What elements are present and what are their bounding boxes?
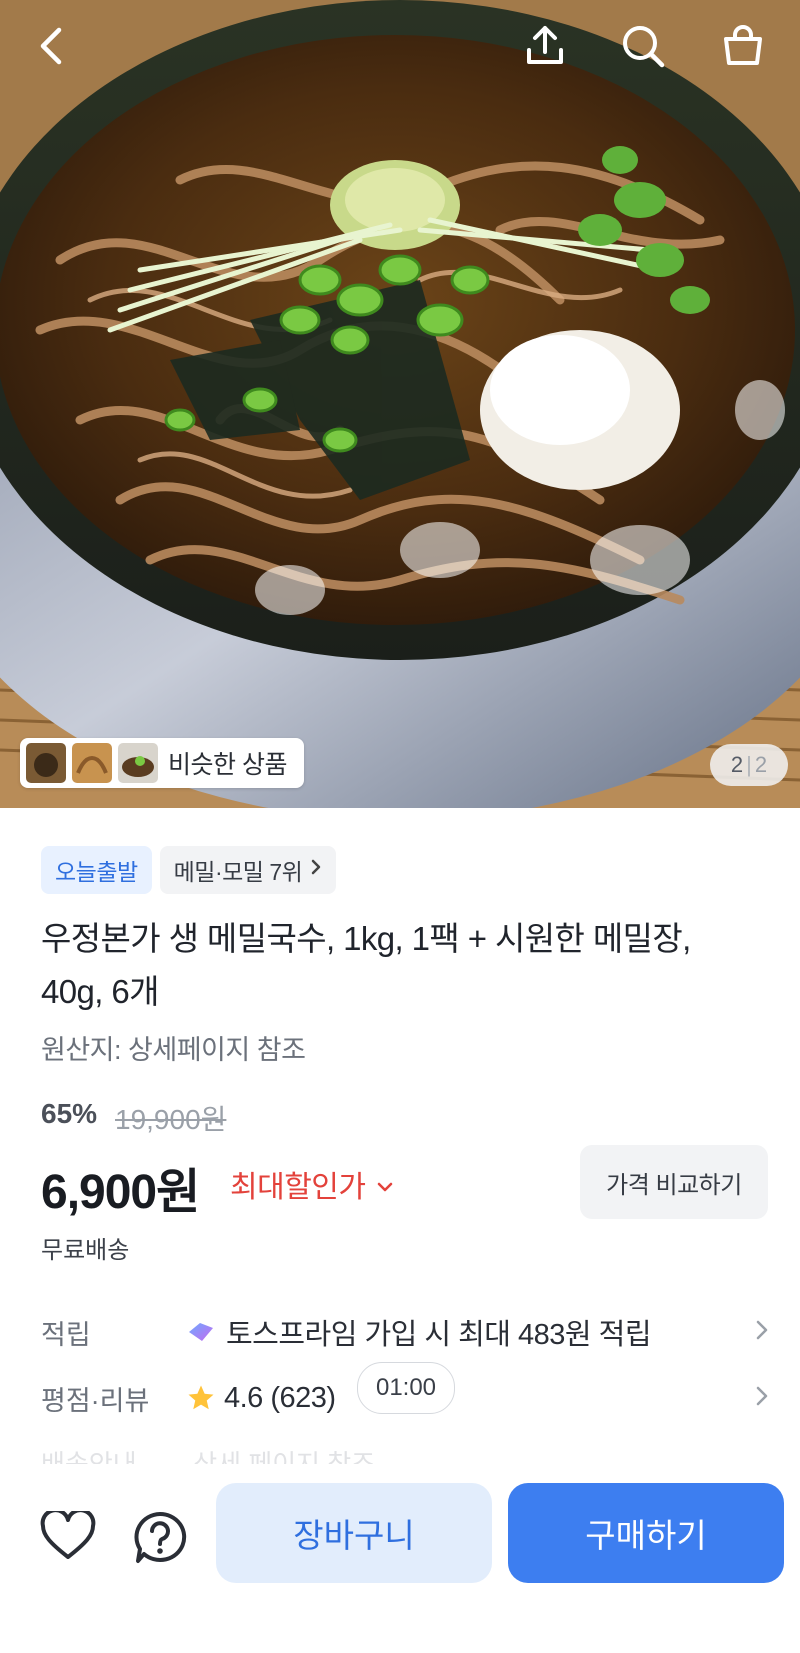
delivery-row: 배송안내 상세 페이지 참조 (41, 1444, 769, 1464)
delivery-label: 배송안내 (41, 1449, 137, 1464)
similar-thumb-1 (26, 743, 66, 783)
star-icon (186, 1383, 216, 1413)
similar-thumb-3 (118, 743, 158, 783)
buy-now-button[interactable]: 구매하기 (508, 1483, 784, 1583)
image-counter-separator: | (746, 752, 752, 777)
search-icon[interactable] (617, 20, 669, 72)
category-rank-badge[interactable]: 메밀·모밀 7위 (159, 846, 337, 894)
compare-price-button[interactable]: 가격 비교하기 (580, 1145, 768, 1219)
badge-row: 오늘출발 메밀·모밀 7위 (41, 846, 337, 894)
discount-rate: 65% (41, 1098, 98, 1129)
image-counter: 2 | 2 (710, 744, 788, 786)
product-origin: 원산지: 상세페이지 참조 (41, 1035, 306, 1065)
category-rank-label: 메밀·모밀 7위 (173, 859, 303, 885)
soba-photo (0, 0, 800, 808)
question-icon[interactable] (132, 1511, 188, 1570)
share-icon[interactable] (519, 20, 571, 72)
countdown-timer: 01:00 (357, 1362, 455, 1414)
sale-price: 6,900원 (41, 1166, 200, 1219)
similar-products-button[interactable]: 비슷한 상품 (20, 738, 304, 788)
top-navigation (0, 0, 800, 96)
bottom-action-bar: 장바구니 구매하기 (0, 1465, 800, 1653)
product-title: 우정본가 생 메밀국수, 1kg, 1팩 + 시원한 메밀장, 40g, 6개 (41, 920, 691, 1010)
max-discount-label: 최대할인가 (230, 1171, 366, 1204)
similar-thumb-2 (72, 743, 112, 783)
chevron-right-icon (755, 1384, 769, 1413)
max-discount-toggle[interactable]: 최대할인가 (230, 1162, 394, 1206)
delivery-value: 상세 페이지 참조 (193, 1449, 376, 1464)
points-row[interactable]: 적립 토스프라임 가입 시 최대 483원 적립 (41, 1304, 769, 1360)
image-total: 2 (754, 752, 768, 777)
points-label: 적립 (41, 1319, 91, 1350)
product-image[interactable]: 비슷한 상품 2 | 2 (0, 0, 800, 808)
chevron-right-icon (755, 1318, 769, 1347)
back-icon[interactable] (26, 20, 78, 72)
today-ship-badge: 오늘출발 (41, 846, 152, 894)
reviews-label: 평점·리뷰 (41, 1385, 150, 1416)
points-value: 토스프라임 가입 시 최대 483원 적립 (226, 1319, 652, 1351)
add-to-cart-button[interactable]: 장바구니 (216, 1483, 492, 1583)
cart-icon[interactable] (717, 20, 769, 72)
similar-products-label: 비슷한 상품 (168, 751, 287, 779)
image-index: 2 (730, 752, 744, 777)
shipping-info: 무료배송 (41, 1237, 130, 1264)
rating-value: 4.6 (623) (224, 1381, 336, 1414)
toss-prime-icon (186, 1320, 216, 1344)
chevron-right-icon (310, 858, 322, 882)
heart-icon[interactable] (40, 1508, 96, 1566)
chevron-down-icon (376, 1167, 394, 1201)
original-price: 19,900원 (115, 1104, 227, 1135)
